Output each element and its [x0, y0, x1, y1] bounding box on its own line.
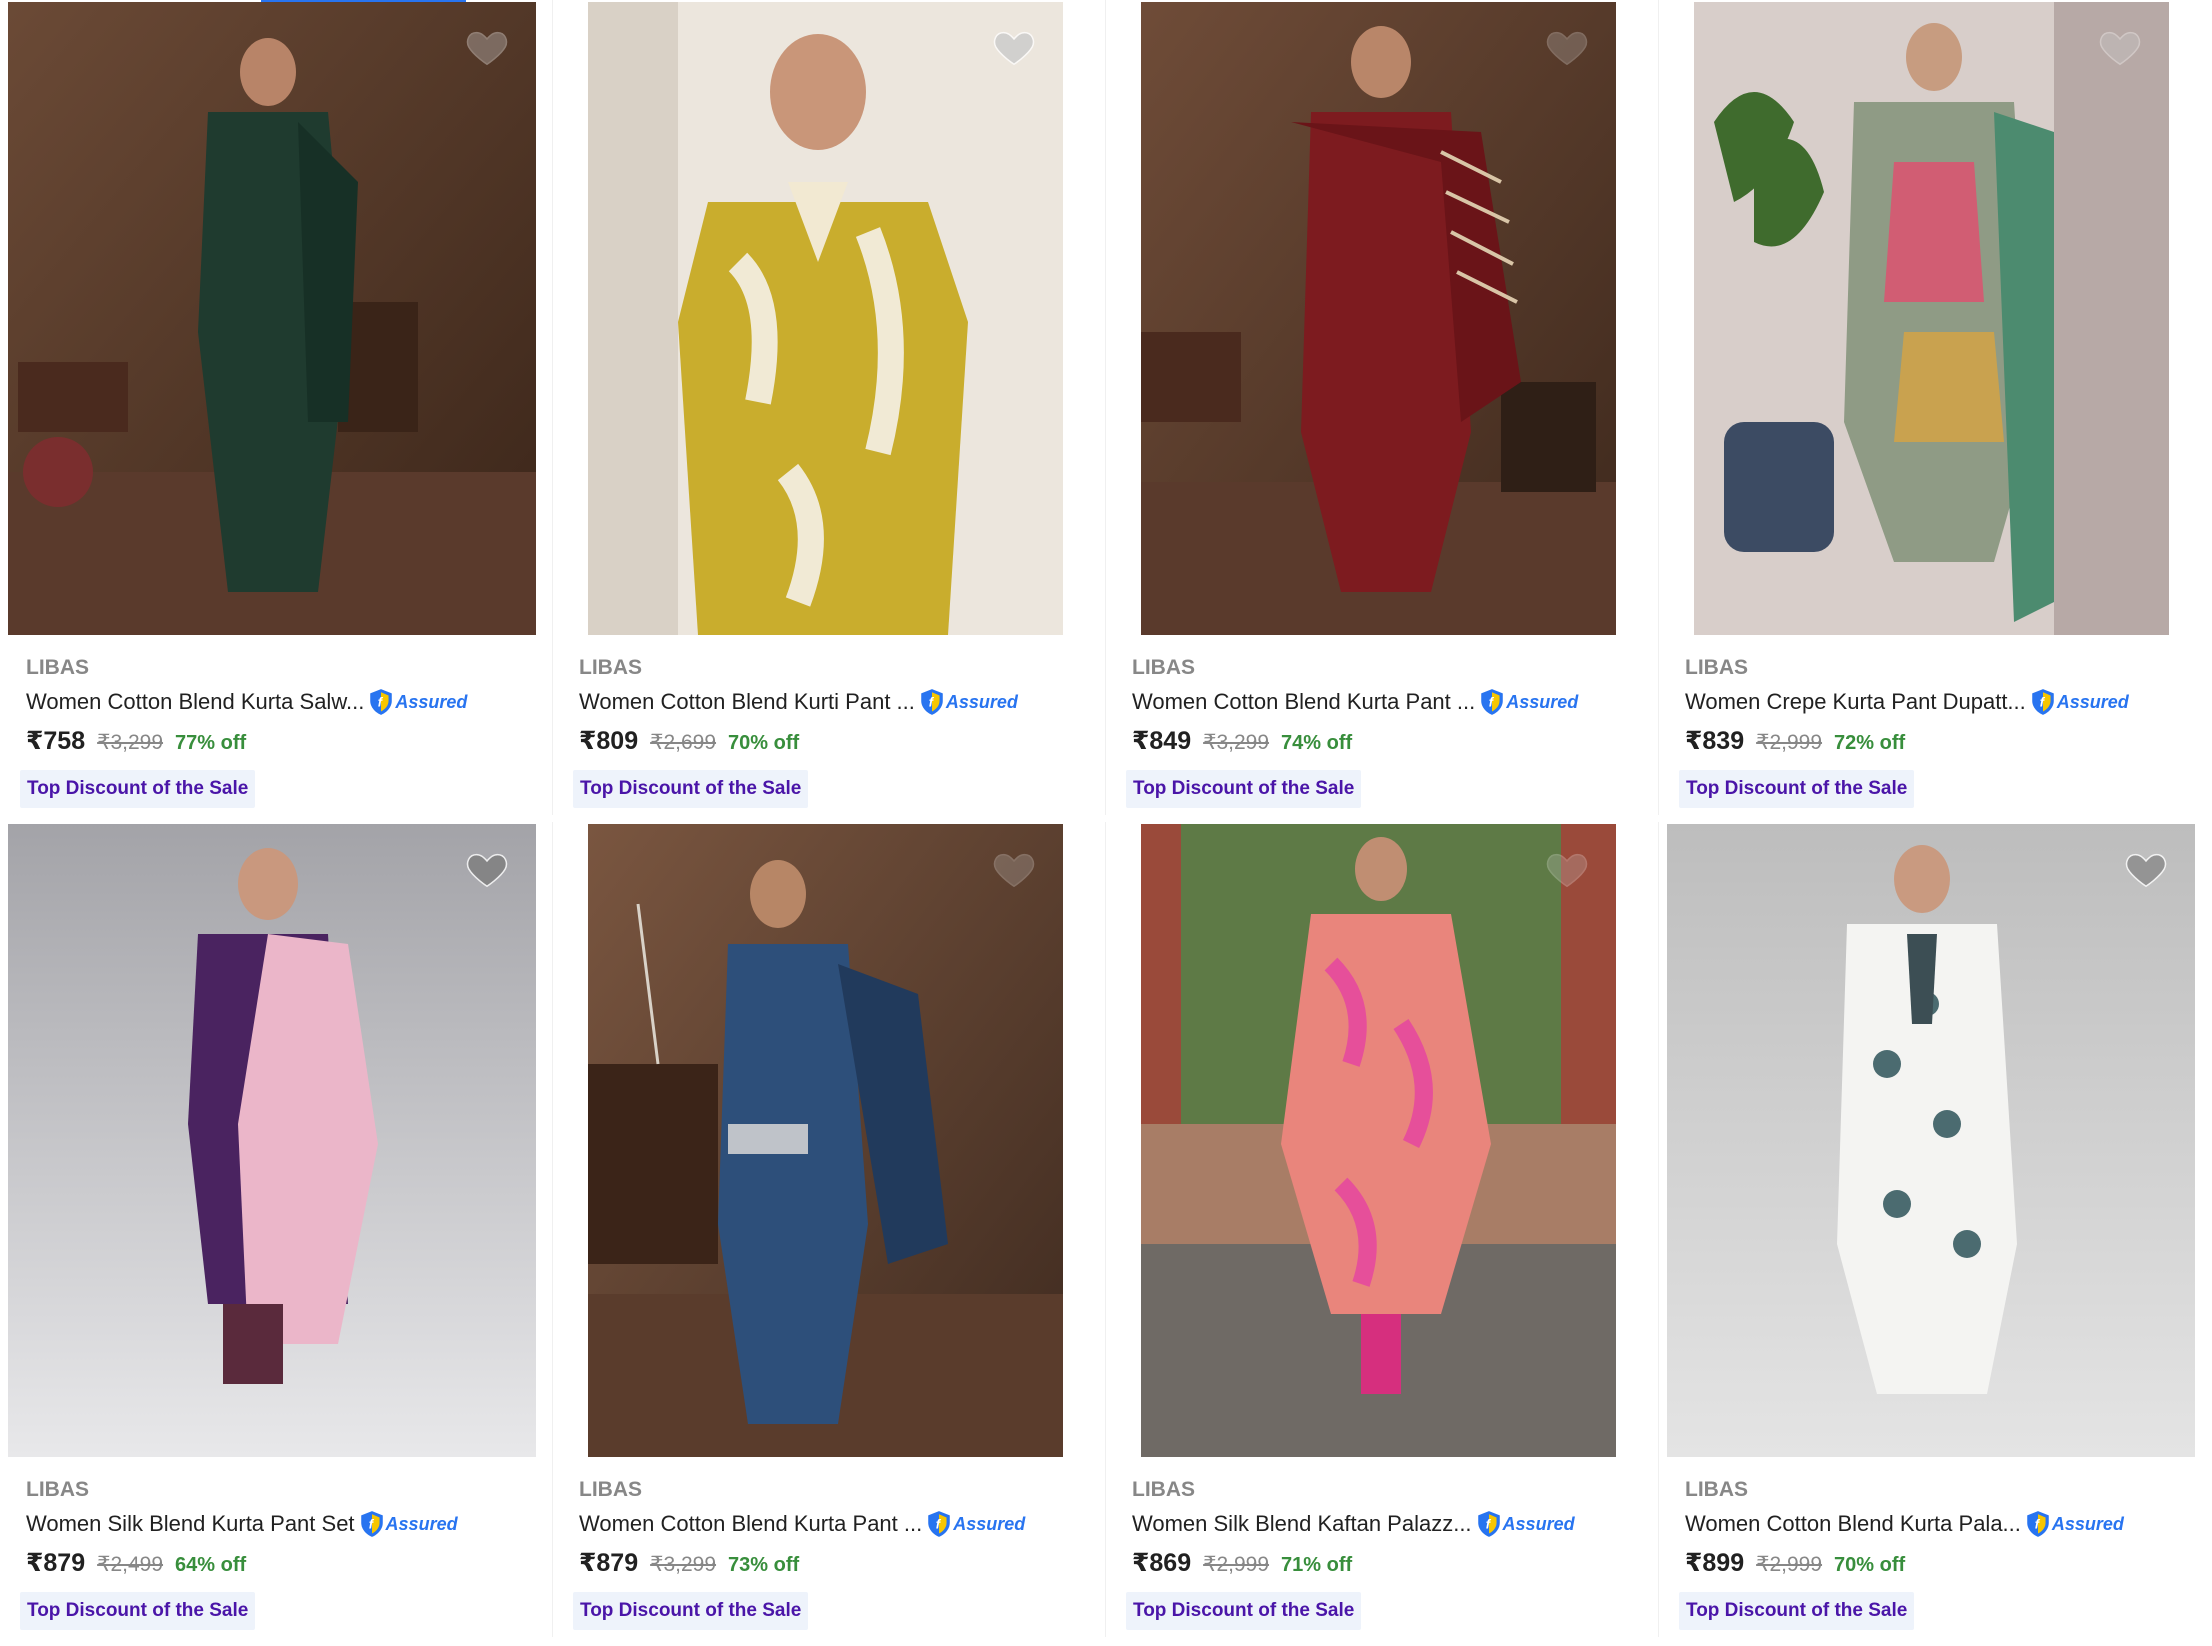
assured-badge-icon: f	[360, 1511, 383, 1537]
product-image[interactable]	[588, 824, 1063, 1457]
product-price: ₹839	[1685, 727, 1745, 755]
product-image[interactable]	[1694, 2, 2169, 635]
product-card[interactable]: LIBAS Women Silk Blend Kurta Pant Set f …	[0, 822, 553, 1637]
assured-label: Assured	[395, 691, 468, 712]
product-image[interactable]	[588, 2, 1063, 635]
product-card[interactable]: LIBAS Women Cotton Blend Kurta Salw... f…	[0, 0, 553, 815]
wishlist-heart-icon[interactable]	[2123, 846, 2169, 892]
assured-label: Assured	[1502, 1513, 1575, 1534]
product-image[interactable]	[1141, 2, 1616, 635]
sale-tag: Top Discount of the Sale	[20, 1592, 256, 1630]
assured-label: Assured	[385, 1513, 458, 1534]
assured-label: Assured	[1506, 691, 1579, 712]
assured-badge: f Assured	[2025, 1510, 2124, 1538]
assured-badge-icon: f	[2027, 1511, 2049, 1537]
assured-badge-icon: f	[370, 689, 393, 715]
product-mrp: ₹3,299	[650, 1553, 717, 1576]
product-image[interactable]	[1667, 824, 2195, 1457]
product-mrp: ₹2,999	[1756, 731, 1823, 754]
product-discount: 77% off	[175, 732, 247, 754]
product-price: ₹758	[26, 727, 86, 755]
product-title[interactable]: Women Silk Blend Kurta Pant Set	[26, 1511, 355, 1537]
sale-tag: Top Discount of the Sale	[1679, 770, 1915, 808]
wishlist-heart-icon[interactable]	[1544, 24, 1590, 70]
product-discount: 71% off	[1281, 1554, 1353, 1576]
product-price: ₹809	[579, 727, 639, 755]
sale-tag: Top Discount of the Sale	[1679, 1592, 1915, 1630]
product-price: ₹849	[1132, 727, 1192, 755]
sale-tag: Top Discount of the Sale	[1126, 1592, 1362, 1630]
sale-tag: Top Discount of the Sale	[20, 770, 256, 808]
sale-tag: Top Discount of the Sale	[573, 1592, 809, 1630]
product-discount: 64% off	[175, 1554, 247, 1576]
product-mrp: ₹2,699	[650, 731, 717, 754]
assured-badge: f Assured	[919, 688, 1018, 716]
product-mrp: ₹3,299	[97, 731, 164, 754]
assured-badge-icon: f	[1481, 689, 1504, 715]
product-card[interactable]: LIBAS Women Crepe Kurta Pant Dupatt... f…	[1659, 0, 2212, 815]
product-title[interactable]: Women Cotton Blend Kurti Pant ...	[579, 689, 915, 715]
product-title[interactable]: Women Cotton Blend Kurta Pant ...	[579, 1511, 922, 1537]
assured-label: Assured	[953, 1513, 1026, 1534]
product-title[interactable]: Women Cotton Blend Kurta Salw...	[26, 689, 364, 715]
product-image[interactable]	[1141, 824, 1616, 1457]
product-price: ₹879	[579, 1549, 639, 1577]
product-image[interactable]	[8, 824, 536, 1457]
product-grid: LIBAS Women Cotton Blend Kurta Salw... f…	[0, 0, 2212, 1646]
product-card[interactable]: LIBAS Women Cotton Blend Kurta Pant ... …	[1106, 0, 1659, 815]
product-mrp: ₹2,999	[1203, 1553, 1270, 1576]
product-discount: 73% off	[728, 1554, 800, 1576]
product-brand: LIBAS	[579, 1478, 642, 1501]
assured-badge: f Assured	[926, 1510, 1025, 1538]
wishlist-heart-icon[interactable]	[1544, 846, 1590, 892]
assured-label: Assured	[2056, 691, 2129, 712]
product-title[interactable]: Women Crepe Kurta Pant Dupatt...	[1685, 689, 2026, 715]
assured-badge: f Assured	[368, 688, 467, 716]
assured-badge: f Assured	[1479, 688, 1578, 716]
product-title[interactable]: Women Silk Blend Kaftan Palazz...	[1132, 1511, 1472, 1537]
wishlist-heart-icon[interactable]	[991, 24, 1037, 70]
product-card[interactable]: LIBAS Women Cotton Blend Kurta Pala... f…	[1659, 822, 2212, 1637]
wishlist-heart-icon[interactable]	[464, 24, 510, 70]
product-price: ₹899	[1685, 1549, 1745, 1577]
product-card[interactable]: LIBAS Women Cotton Blend Kurti Pant ... …	[553, 0, 1106, 815]
product-mrp: ₹2,999	[1756, 1553, 1823, 1576]
wishlist-heart-icon[interactable]	[464, 846, 510, 892]
assured-badge: f Assured	[2030, 688, 2129, 716]
assured-badge: f Assured	[359, 1510, 458, 1538]
product-mrp: ₹2,499	[97, 1553, 164, 1576]
assured-badge: f Assured	[1476, 1510, 1575, 1538]
product-brand: LIBAS	[26, 656, 89, 679]
product-card[interactable]: LIBAS Women Silk Blend Kaftan Palazz... …	[1106, 822, 1659, 1637]
product-price: ₹879	[26, 1549, 86, 1577]
assured-badge-icon: f	[2031, 689, 2054, 715]
product-brand: LIBAS	[1132, 1478, 1195, 1501]
assured-label: Assured	[945, 691, 1018, 712]
wishlist-heart-icon[interactable]	[2097, 24, 2143, 70]
product-image[interactable]	[8, 2, 536, 635]
sale-tag: Top Discount of the Sale	[573, 770, 809, 808]
product-brand: LIBAS	[1685, 1478, 1748, 1501]
assured-badge-icon: f	[928, 1511, 951, 1537]
wishlist-heart-icon[interactable]	[991, 846, 1037, 892]
assured-label: Assured	[2051, 1513, 2124, 1534]
product-discount: 74% off	[1281, 732, 1353, 754]
product-mrp: ₹3,299	[1203, 731, 1270, 754]
product-title[interactable]: Women Cotton Blend Kurta Pant ...	[1132, 689, 1475, 715]
product-brand: LIBAS	[1132, 656, 1195, 679]
product-discount: 72% off	[1834, 732, 1906, 754]
product-title[interactable]: Women Cotton Blend Kurta Pala...	[1685, 1511, 2021, 1537]
product-price: ₹869	[1132, 1549, 1192, 1577]
assured-badge-icon: f	[1477, 1511, 1500, 1537]
product-brand: LIBAS	[579, 656, 642, 679]
product-discount: 70% off	[1834, 1554, 1906, 1576]
product-brand: LIBAS	[26, 1478, 89, 1501]
assured-badge-icon: f	[921, 689, 943, 715]
sale-tag: Top Discount of the Sale	[1126, 770, 1362, 808]
product-card[interactable]: LIBAS Women Cotton Blend Kurta Pant ... …	[553, 822, 1106, 1637]
product-discount: 70% off	[728, 732, 800, 754]
product-brand: LIBAS	[1685, 656, 1748, 679]
